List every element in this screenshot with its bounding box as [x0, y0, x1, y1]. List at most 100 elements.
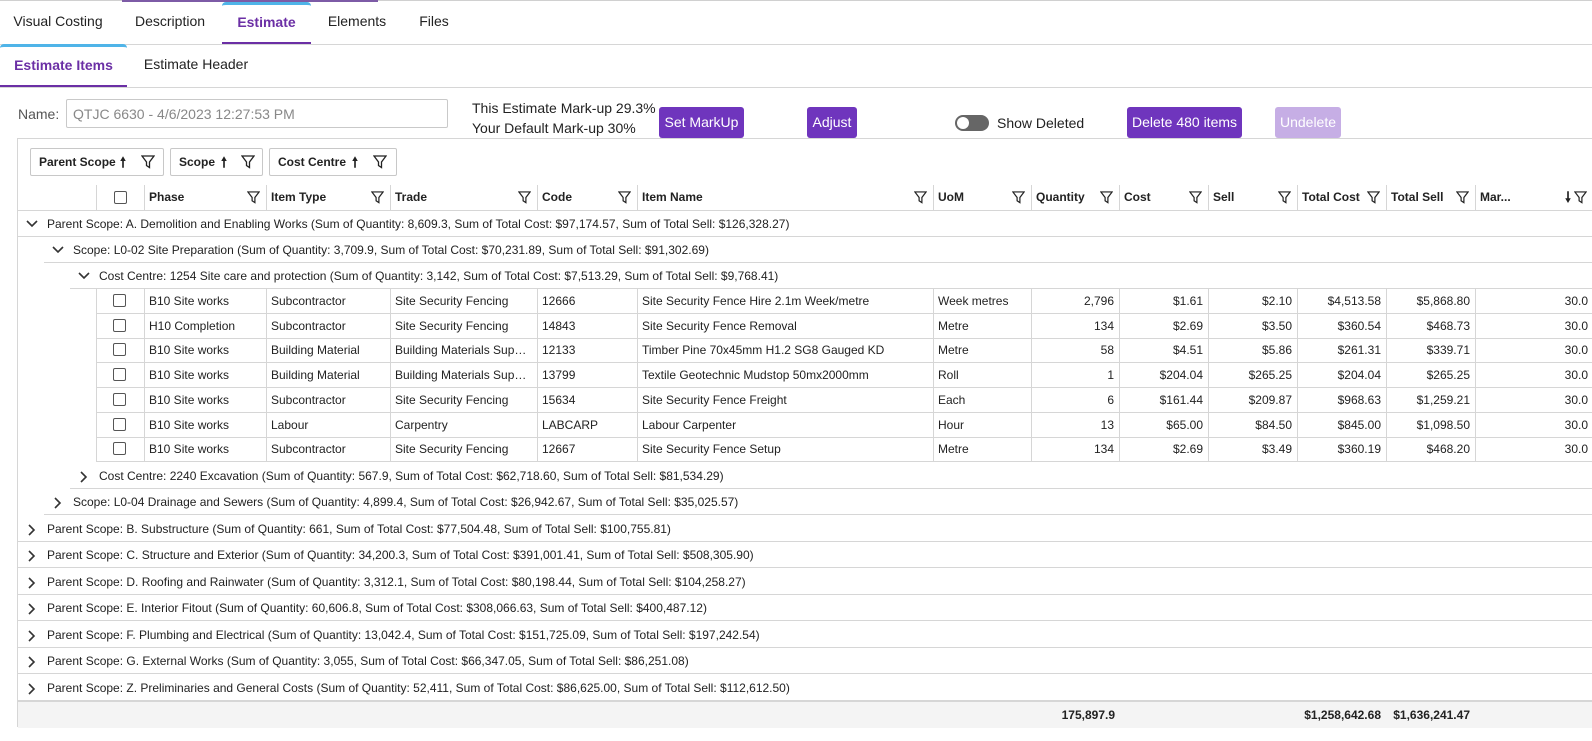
- filter-icon[interactable]: [241, 155, 255, 169]
- cell-markup[interactable]: 30.0: [1475, 313, 1592, 338]
- filter-icon[interactable]: [371, 191, 384, 204]
- chevron-right-icon[interactable]: [27, 683, 37, 695]
- cell-item-type[interactable]: Labour: [266, 412, 390, 437]
- cell-cost[interactable]: $2.69: [1119, 437, 1208, 462]
- cell-total-cost[interactable]: $845.00: [1297, 412, 1386, 437]
- chevron-right-icon[interactable]: [79, 471, 89, 483]
- cell-item-type[interactable]: Building Material: [266, 338, 390, 363]
- sort-up-icon[interactable]: 🠕: [221, 149, 227, 175]
- cell-item-name[interactable]: Labour Carpenter: [637, 412, 933, 437]
- table-row[interactable]: B10 Site works Labour Carpentry LABCARP Labo…: [96, 412, 1592, 438]
- cell-item-name[interactable]: Textile Geotechnic Mudstop 50mx2000mm: [637, 363, 933, 388]
- cell-phase[interactable]: B10 Site works: [144, 412, 266, 437]
- cell-item-name[interactable]: Site Security Fence Setup: [637, 437, 933, 462]
- row-checkbox[interactable]: [113, 318, 126, 332]
- chevron-right-icon[interactable]: [27, 550, 37, 562]
- cell-uom[interactable]: Roll: [933, 363, 1031, 388]
- cell-markup[interactable]: 30.0: [1475, 412, 1592, 437]
- chevron-right-icon[interactable]: [27, 630, 37, 642]
- tab-description[interactable]: Description: [118, 2, 222, 44]
- cell-total-cost[interactable]: $261.31: [1297, 338, 1386, 363]
- cell-sell[interactable]: $5.86: [1208, 338, 1297, 363]
- cell-trade[interactable]: Building Materials Suppl...: [390, 363, 537, 388]
- tab-files[interactable]: Files: [402, 2, 466, 44]
- table-row[interactable]: H10 Completion Subcontractor Site Security…: [96, 313, 1592, 339]
- cell-code[interactable]: 12133: [537, 338, 637, 363]
- filter-icon[interactable]: [141, 155, 155, 169]
- cell-trade[interactable]: Site Security Fencing: [390, 313, 537, 338]
- cell-total-cost[interactable]: $4,513.58: [1297, 289, 1386, 313]
- sort-down-icon[interactable]: 🠗: [1565, 185, 1571, 210]
- row-checkbox[interactable]: [113, 392, 126, 406]
- filter-icon[interactable]: [1367, 191, 1380, 204]
- group-row-parent-scope-f[interactable]: Parent Scope: F. Plumbing and Electrical…: [18, 622, 1592, 648]
- table-row[interactable]: B10 Site works Subcontractor Site Security…: [96, 387, 1592, 413]
- set-markup-button[interactable]: Set MarkUp: [659, 107, 744, 138]
- cell-item-name[interactable]: Site Security Fence Hire 2.1m Week/metre: [637, 289, 933, 313]
- cell-item-name[interactable]: Site Security Fence Freight: [637, 387, 933, 412]
- cell-phase[interactable]: B10 Site works: [144, 387, 266, 412]
- cell-quantity[interactable]: 6: [1031, 387, 1119, 412]
- cell-total-cost[interactable]: $360.54: [1297, 313, 1386, 338]
- group-row-parent-scope-a[interactable]: Parent Scope: A. Demolition and Enabling…: [18, 211, 1592, 237]
- cell-code[interactable]: 14843: [537, 313, 637, 338]
- cell-uom[interactable]: Metre: [933, 437, 1031, 462]
- chevron-right-icon[interactable]: [27, 577, 37, 589]
- filter-icon[interactable]: [1189, 191, 1202, 204]
- cell-total-cost[interactable]: $360.19: [1297, 437, 1386, 462]
- cell-sell[interactable]: $84.50: [1208, 412, 1297, 437]
- cell-phase[interactable]: B10 Site works: [144, 338, 266, 363]
- cell-cost[interactable]: $65.00: [1119, 412, 1208, 437]
- cell-total-sell[interactable]: $265.25: [1386, 363, 1475, 388]
- cell-sell[interactable]: $2.10: [1208, 289, 1297, 313]
- chevron-down-icon[interactable]: [26, 219, 38, 229]
- tab-estimate-items[interactable]: Estimate Items: [0, 44, 127, 87]
- cell-total-cost[interactable]: $968.63: [1297, 387, 1386, 412]
- cell-sell[interactable]: $209.87: [1208, 387, 1297, 412]
- cell-sell[interactable]: $265.25: [1208, 363, 1297, 388]
- cell-phase[interactable]: H10 Completion: [144, 313, 266, 338]
- cell-quantity[interactable]: 13: [1031, 412, 1119, 437]
- cell-cost[interactable]: $161.44: [1119, 387, 1208, 412]
- filter-icon[interactable]: [1278, 191, 1291, 204]
- group-row-parent-scope-z[interactable]: Parent Scope: Z. Preliminaries and Gener…: [18, 675, 1592, 701]
- cell-select[interactable]: [96, 387, 144, 412]
- tab-visual-costing[interactable]: Visual Costing: [0, 2, 116, 44]
- cell-markup[interactable]: 30.0: [1475, 338, 1592, 363]
- tab-estimate-header[interactable]: Estimate Header: [128, 44, 264, 87]
- cell-sell[interactable]: $3.49: [1208, 437, 1297, 462]
- cell-item-name[interactable]: Site Security Fence Removal: [637, 313, 933, 338]
- cell-select[interactable]: [96, 338, 144, 363]
- undelete-button[interactable]: Undelete: [1275, 107, 1341, 138]
- cell-cost[interactable]: $4.51: [1119, 338, 1208, 363]
- filter-icon[interactable]: [373, 155, 387, 169]
- cell-trade[interactable]: Building Materials Suppl...: [390, 338, 537, 363]
- table-row[interactable]: B10 Site works Subcontractor Site Security…: [96, 289, 1592, 314]
- cell-cost[interactable]: $204.04: [1119, 363, 1208, 388]
- cell-item-type[interactable]: Subcontractor: [266, 289, 390, 313]
- chevron-down-icon[interactable]: [52, 245, 64, 255]
- group-chip-scope[interactable]: Scope 🠕: [170, 148, 263, 176]
- group-row-parent-scope-c[interactable]: Parent Scope: C. Structure and Exterior …: [18, 542, 1592, 568]
- select-all-checkbox[interactable]: [114, 191, 127, 204]
- group-chip-parent-scope[interactable]: Parent Scope 🠕: [30, 148, 164, 176]
- filter-icon[interactable]: [1574, 191, 1587, 204]
- header-select-all[interactable]: [96, 185, 144, 210]
- group-row-parent-scope-d[interactable]: Parent Scope: D. Roofing and Rainwater (…: [18, 569, 1592, 595]
- cell-cost[interactable]: $2.69: [1119, 313, 1208, 338]
- row-checkbox[interactable]: [113, 343, 126, 357]
- cell-quantity[interactable]: 134: [1031, 313, 1119, 338]
- header-total-sell[interactable]: Total Sell: [1386, 185, 1475, 210]
- group-row-parent-scope-e[interactable]: Parent Scope: E. Interior Fitout (Sum of…: [18, 595, 1592, 621]
- cell-uom[interactable]: Metre: [933, 338, 1031, 363]
- chevron-right-icon[interactable]: [27, 524, 37, 536]
- cell-total-sell[interactable]: $339.71: [1386, 338, 1475, 363]
- tab-estimate[interactable]: Estimate: [222, 2, 311, 44]
- cell-markup[interactable]: 30.0: [1475, 387, 1592, 412]
- cell-code[interactable]: 12667: [537, 437, 637, 462]
- cell-markup[interactable]: 30.0: [1475, 363, 1592, 388]
- cell-quantity[interactable]: 58: [1031, 338, 1119, 363]
- cell-phase[interactable]: B10 Site works: [144, 437, 266, 462]
- cell-cost[interactable]: $1.61: [1119, 289, 1208, 313]
- table-row[interactable]: B10 Site works Subcontractor Site Security…: [96, 437, 1592, 463]
